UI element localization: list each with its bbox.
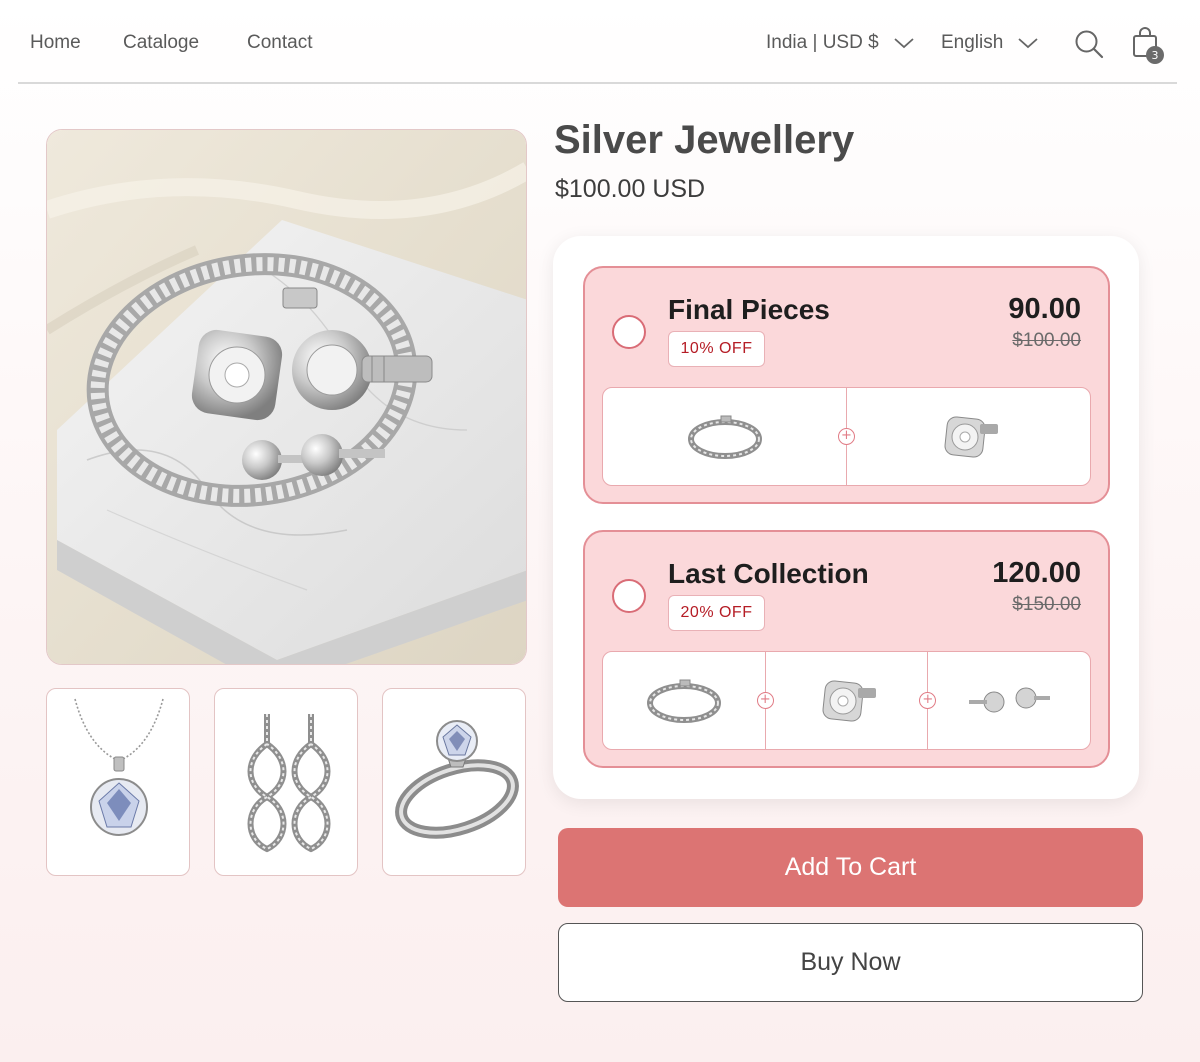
pendant-necklace-image bbox=[74, 698, 164, 836]
bundle-item-ball-studs: + bbox=[919, 652, 1090, 749]
offer-radio[interactable] bbox=[612, 579, 646, 613]
country-currency-selector[interactable]: India | USD $ bbox=[766, 32, 915, 54]
add-to-cart-button[interactable]: Add To Cart bbox=[558, 828, 1143, 907]
bundle-item-earring: + bbox=[756, 652, 928, 749]
thumbnail-solitaire-ring[interactable] bbox=[382, 688, 526, 876]
nav-link-home[interactable]: Home bbox=[30, 32, 81, 54]
offer-price: 90.00 bbox=[1008, 293, 1081, 325]
offer-name: Final Pieces bbox=[668, 294, 830, 325]
infinity-drop-earrings-image bbox=[247, 714, 331, 853]
offer-name: Last Collection bbox=[668, 558, 869, 589]
offer-final-pieces[interactable]: Final Pieces 10% OFF 90.00 $100.00 + bbox=[583, 266, 1110, 504]
bundle-items: + + bbox=[602, 651, 1091, 750]
tennis-bracelet-image bbox=[646, 679, 721, 723]
cluster-stud-earring-image bbox=[822, 680, 876, 721]
plus-icon: + bbox=[756, 692, 774, 709]
cart-count-badge: 3 bbox=[1146, 46, 1164, 64]
product-title: Silver Jewellery bbox=[554, 118, 855, 162]
thumbnail-drop-earrings[interactable] bbox=[214, 688, 358, 876]
cart-button[interactable]: 3 bbox=[1132, 26, 1166, 66]
jewellery-set-image bbox=[47, 130, 526, 664]
offer-original-price: $150.00 bbox=[1012, 594, 1081, 615]
country-currency-label: India | USD $ bbox=[766, 32, 879, 53]
language-label: English bbox=[941, 32, 1004, 53]
thumbnail-pendant-necklace[interactable] bbox=[46, 688, 190, 876]
ball-stud-earrings-image bbox=[969, 687, 1051, 712]
plus-icon: + bbox=[838, 428, 855, 445]
offer-last-collection[interactable]: Last Collection 20% OFF 120.00 $150.00 + bbox=[583, 530, 1110, 768]
tennis-bracelet-image bbox=[687, 415, 762, 459]
main-product-image[interactable] bbox=[46, 129, 527, 665]
chevron-down-icon bbox=[894, 38, 914, 49]
chevron-down-icon bbox=[1018, 38, 1038, 49]
buy-now-button[interactable]: Buy Now bbox=[558, 923, 1143, 1002]
bundle-item-earring: + bbox=[838, 388, 1090, 485]
bundle-item-bracelet bbox=[603, 388, 846, 485]
bundle-items: + bbox=[602, 387, 1091, 486]
nav-link-catalogue[interactable]: Cataloge bbox=[123, 32, 199, 54]
language-selector[interactable]: English bbox=[941, 32, 1039, 54]
bundle-offers-card: Final Pieces 10% OFF 90.00 $100.00 + Las… bbox=[553, 236, 1139, 799]
offer-price: 120.00 bbox=[992, 557, 1081, 589]
bundle-item-bracelet bbox=[603, 652, 765, 749]
cluster-stud-earring-image bbox=[944, 416, 998, 457]
discount-badge: 10% OFF bbox=[668, 331, 765, 367]
discount-badge: 20% OFF bbox=[668, 595, 765, 631]
search-icon[interactable] bbox=[1074, 29, 1104, 59]
solitaire-ring-image bbox=[395, 720, 519, 839]
plus-icon: + bbox=[919, 692, 937, 709]
product-price: $100.00 USD bbox=[555, 175, 706, 203]
top-navigation: Home Cataloge Contact India | USD $ Engl… bbox=[18, 0, 1177, 84]
offer-original-price: $100.00 bbox=[1012, 330, 1081, 351]
offer-radio[interactable] bbox=[612, 315, 646, 349]
nav-link-contact[interactable]: Contact bbox=[247, 32, 312, 54]
